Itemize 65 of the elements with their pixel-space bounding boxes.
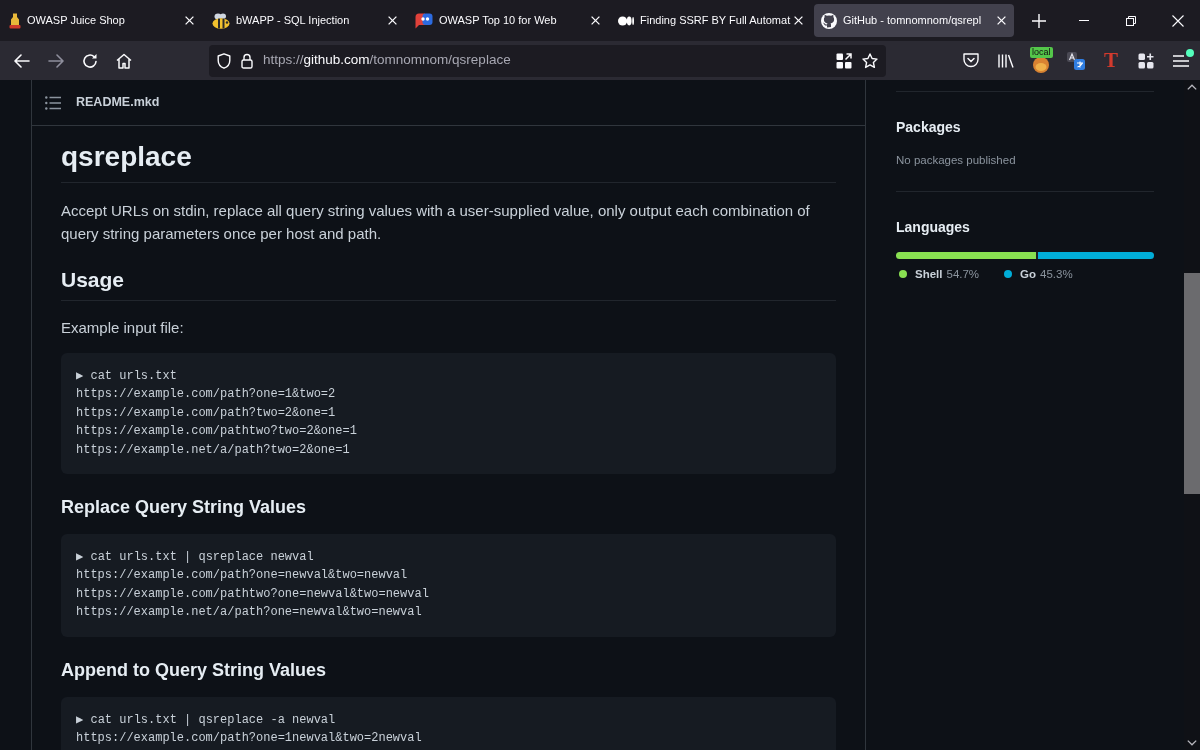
- grid-arrow-icon[interactable]: [836, 52, 852, 69]
- restore-icon: [1126, 15, 1136, 26]
- section-heading: Usage: [61, 265, 836, 301]
- browser-tab[interactable]: OWASP Top 10 for Web: [408, 4, 608, 37]
- code-line: ▶ cat urls.txt: [76, 368, 177, 385]
- code-line: ▶ cat urls.txt | qsreplace -a newval: [76, 711, 336, 729]
- browser-tab[interactable]: GitHub - tomnomnom/qsrepl: [814, 4, 1014, 37]
- chevron-up-icon[interactable]: [1187, 84, 1197, 90]
- code-line: https://example.com/path?one=1newval&two=2newval: [76, 730, 422, 748]
- extension-button[interactable]: local: [1025, 44, 1057, 77]
- empty-note: No packages published: [896, 153, 1017, 168]
- code-line: https://example.com/pathtwo?two=2&one=1: [76, 423, 357, 441]
- chevron-shield-icon: [963, 53, 979, 68]
- minimize-icon: [1079, 20, 1089, 21]
- menu-icon: [1173, 54, 1189, 67]
- close-icon: [590, 16, 600, 25]
- lock-icon[interactable]: [241, 52, 253, 69]
- arrow-right-icon: [48, 53, 64, 68]
- language-name[interactable]: Go: [1020, 267, 1037, 281]
- code-line: https://example.com/pathtwo?one=newval&two=newval: [76, 585, 429, 603]
- readme-paragraph: Accept URLs on stdin, replace all query string values with a user-supplied value, only output each combination of query string parameters once per host and path.: [61, 201, 811, 244]
- close-icon: [793, 16, 803, 25]
- address-bar[interactable]: https://github.com/tomnomnom/qsreplace: [209, 44, 886, 77]
- reload-icon: [82, 52, 98, 69]
- code-line: https://example.com/path?two=2&one=1: [76, 404, 336, 422]
- home-icon: [116, 52, 132, 69]
- code-line: https://example.net/a/path?two=2&one=1: [76, 441, 350, 459]
- cat-logo-icon: [821, 12, 837, 29]
- code-line: https://example.com/path?one=1&two=2: [76, 386, 336, 404]
- close-icon: [387, 16, 397, 25]
- readme-filename: README.mkd: [76, 94, 160, 112]
- books-icon: [998, 53, 1014, 68]
- url-field[interactable]: https://github.com/tomnomnom/qsreplace: [263, 50, 826, 71]
- language-name[interactable]: Shell: [915, 267, 943, 281]
- language-percent: 45.3%: [1040, 267, 1073, 281]
- section-heading: Languages: [896, 218, 971, 237]
- extension-badge: local: [1030, 46, 1053, 58]
- list-icon[interactable]: [45, 95, 61, 110]
- language-percent: 54.7%: [946, 267, 980, 281]
- bottle-icon: [9, 12, 21, 29]
- dots-icon: [618, 15, 634, 26]
- chat-face-icon: [415, 12, 433, 29]
- section-heading: Packages: [896, 118, 962, 137]
- scrollbar-thumb[interactable]: [1184, 273, 1200, 494]
- code-line: ▶ cat urls.txt | qsreplace newval: [76, 549, 314, 567]
- shield-icon[interactable]: [217, 52, 231, 69]
- readme-paragraph: Example input file:: [61, 318, 185, 338]
- code-line: https://example.net/a/path?one=newval&two=newval: [76, 604, 422, 622]
- close-icon: [996, 16, 1006, 25]
- bee-icon: [212, 12, 230, 29]
- readme-title: qsreplace: [61, 137, 836, 183]
- browser-tab[interactable]: Finding SSRF BY Full Automat: [611, 4, 811, 37]
- close-icon: [184, 16, 194, 25]
- grid-plus-icon: [1138, 52, 1154, 69]
- close-icon: [1172, 14, 1184, 27]
- section-heading: Replace Query String Values: [61, 496, 308, 520]
- translate-icon: [1067, 51, 1085, 70]
- star-icon[interactable]: [862, 52, 878, 69]
- plus-icon: [1032, 13, 1046, 28]
- arrow-left-icon: [14, 53, 30, 68]
- section-heading: Append to Query String Values: [61, 658, 328, 682]
- browser-tab[interactable]: OWASP Juice Shop: [2, 4, 202, 37]
- browser-tab[interactable]: bWAPP - SQL Injection: [205, 4, 405, 37]
- chevron-down-icon[interactable]: [1187, 740, 1197, 746]
- code-line: https://example.com/path?one=newval&two=newval: [76, 567, 408, 585]
